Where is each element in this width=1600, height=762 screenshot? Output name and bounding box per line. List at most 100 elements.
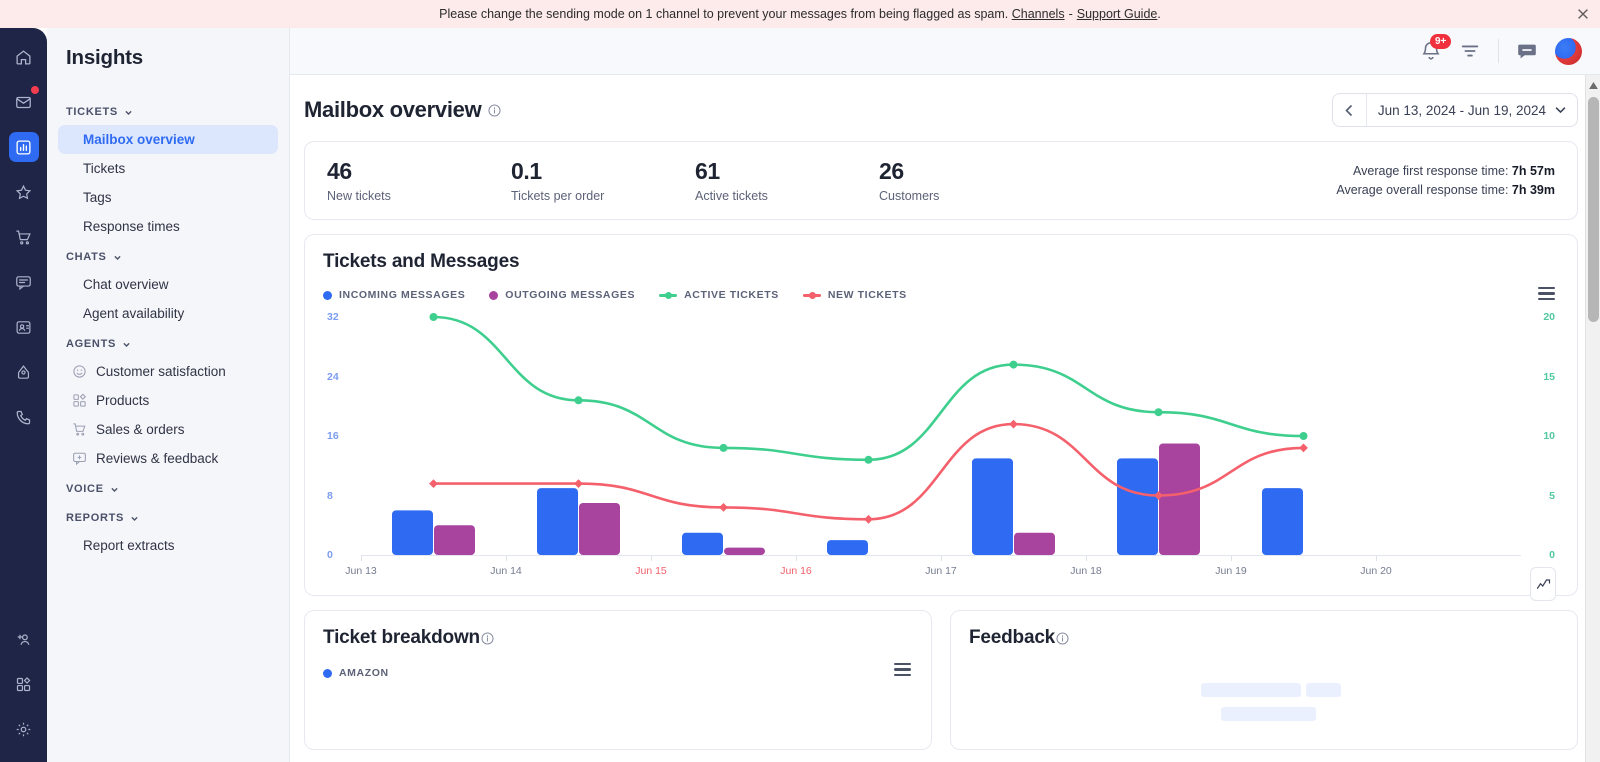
legend-swatch: [802, 291, 821, 299]
main-content: Mailbox overview Jun 13, 2024 - Jun 19, …: [290, 75, 1600, 762]
chart-bar[interactable]: [1117, 458, 1158, 555]
scrollbar-thumb[interactable]: [1588, 97, 1599, 322]
home-icon[interactable]: [9, 42, 39, 72]
legend-item-outgoing-messages[interactable]: OUTGOING MESSAGES: [489, 289, 635, 301]
sidebar-item-mailbox-overview[interactable]: Mailbox overview: [58, 125, 278, 154]
sidebar-group-voice[interactable]: VOICE: [47, 473, 289, 502]
sidebar-item-label: Tags: [83, 190, 112, 205]
sidebar-group-label: REPORTS: [66, 512, 125, 524]
chart-data-point[interactable]: [719, 503, 728, 512]
stat-value: 46: [327, 158, 352, 184]
ticket-breakdown-title-row: Ticket breakdown: [323, 627, 913, 649]
sidebar-item-response-times[interactable]: Response times: [58, 212, 278, 241]
star-icon[interactable]: [9, 177, 39, 207]
page-title: Insights: [66, 46, 143, 69]
chat-icon[interactable]: [9, 267, 39, 297]
chart-data-point[interactable]: [1009, 360, 1018, 369]
mailbox-overview-title: Mailbox overview: [304, 97, 482, 122]
cart-icon[interactable]: [9, 222, 39, 252]
inbox-icon[interactable]: [9, 86, 39, 117]
chart-data-point[interactable]: [574, 396, 583, 405]
chart-data-point[interactable]: [429, 479, 438, 488]
legend-swatch: [323, 290, 332, 300]
legend-item-active-tickets[interactable]: ACTIVE TICKETS: [659, 289, 779, 301]
sidebar-group-agents[interactable]: AGENTS: [47, 328, 289, 357]
stat-value: 26: [879, 158, 904, 184]
sidebar-item-customer-satisfaction[interactable]: Customer satisfaction: [58, 357, 278, 386]
sidebar-item-reviews-feedback[interactable]: Reviews & feedback: [58, 444, 278, 473]
sidebar-item-label: Tickets: [83, 161, 126, 176]
chart-bar[interactable]: [537, 488, 578, 555]
banner-support-guide-link[interactable]: Support Guide: [1077, 7, 1158, 21]
contacts-icon[interactable]: [9, 312, 39, 342]
bell-icon[interactable]: 9+: [1420, 34, 1452, 62]
info-icon[interactable]: [488, 103, 501, 117]
sidebar-item-tags[interactable]: Tags: [58, 183, 278, 212]
sidebar-item-report-extracts[interactable]: Report extracts: [58, 531, 278, 560]
chart-data-point[interactable]: [574, 479, 583, 488]
legend-item-new-tickets[interactable]: NEW TICKETS: [802, 289, 907, 301]
top-header-bar: 9+: [290, 28, 1600, 75]
chart-line-icon[interactable]: [1530, 567, 1556, 601]
gear-icon[interactable]: [9, 714, 39, 744]
info-icon[interactable]: [481, 631, 494, 645]
sidebar-group-label: CHATS: [66, 251, 107, 263]
chart-data-point[interactable]: [429, 313, 438, 321]
sidebar-item-tickets[interactable]: Tickets: [58, 154, 278, 183]
avatar[interactable]: [1555, 37, 1582, 65]
chart-data-point[interactable]: [1154, 408, 1163, 417]
date-range-prev-button[interactable]: [1333, 94, 1367, 126]
inbox-tray-icon[interactable]: [9, 357, 39, 387]
chart-bar[interactable]: [724, 547, 765, 555]
apps-icon[interactable]: [9, 669, 39, 699]
message-icon[interactable]: [1516, 40, 1538, 62]
feedback-title: Feedback: [969, 627, 1056, 648]
chart-data-point[interactable]: [1299, 432, 1308, 440]
legend-item-incoming-messages[interactable]: INCOMING MESSAGES: [323, 289, 465, 301]
sidebar-item-label: Sales & orders: [96, 422, 185, 437]
sidebar-item-agent-availability[interactable]: Agent availability: [58, 299, 278, 328]
sidebar-item-products[interactable]: Products: [58, 386, 278, 415]
add-user-icon[interactable]: [9, 624, 39, 654]
insights-icon[interactable]: [8, 132, 39, 162]
hamburger-menu-icon[interactable]: [1538, 287, 1555, 300]
sidebar-item-chat-overview[interactable]: Chat overview: [58, 270, 278, 299]
chart-bar[interactable]: [972, 458, 1013, 555]
chart-data-point[interactable]: [864, 455, 873, 464]
banner-period: .: [1157, 7, 1161, 21]
hamburger-menu-icon[interactable]: [894, 663, 911, 676]
stat-value: 61: [695, 158, 720, 184]
info-icon[interactable]: [1056, 631, 1069, 645]
chart-data-point[interactable]: [1009, 419, 1018, 429]
sidebar-group-reports[interactable]: REPORTS: [47, 502, 289, 531]
stat-new-tickets: 46 New tickets: [327, 158, 511, 203]
chart-bar[interactable]: [1014, 532, 1055, 555]
chart-bar[interactable]: [579, 502, 620, 555]
notifications-badge: 9+: [1430, 34, 1452, 49]
vertical-scrollbar[interactable]: [1585, 75, 1600, 762]
chart-bar[interactable]: [1262, 488, 1303, 555]
date-range-value-button[interactable]: Jun 13, 2024 - Jun 19, 2024: [1367, 103, 1577, 118]
banner-separator: -: [1068, 7, 1073, 21]
banner-channels-link[interactable]: Channels: [1012, 7, 1065, 21]
phone-icon[interactable]: [9, 402, 39, 432]
chart-bar[interactable]: [1159, 443, 1200, 555]
triangle-up-icon[interactable]: [1586, 77, 1600, 93]
banner-text: Please change the sending mode on 1 chan…: [439, 7, 1009, 21]
date-range-selector[interactable]: Jun 13, 2024 - Jun 19, 2024: [1331, 93, 1578, 127]
chart-bar[interactable]: [434, 525, 475, 555]
close-icon[interactable]: [1576, 7, 1590, 21]
sidebar-item-label: Response times: [83, 219, 180, 234]
sidebar-group-tickets[interactable]: TICKETS: [47, 96, 289, 125]
chart-data-point[interactable]: [864, 514, 873, 524]
chart-title: Tickets and Messages: [323, 251, 520, 272]
chart-bar[interactable]: [827, 540, 868, 555]
chart-data-point[interactable]: [719, 443, 728, 452]
sidebar-item-sales-orders[interactable]: Sales & orders: [58, 415, 278, 444]
sidebar-group-chats[interactable]: CHATS: [47, 241, 289, 270]
filter-icon[interactable]: [1459, 40, 1481, 62]
ticket-breakdown-legend[interactable]: AMAZON: [323, 667, 913, 679]
chart-data-point[interactable]: [1299, 443, 1308, 453]
chart-bar[interactable]: [392, 510, 433, 555]
chart-bar[interactable]: [682, 532, 723, 555]
